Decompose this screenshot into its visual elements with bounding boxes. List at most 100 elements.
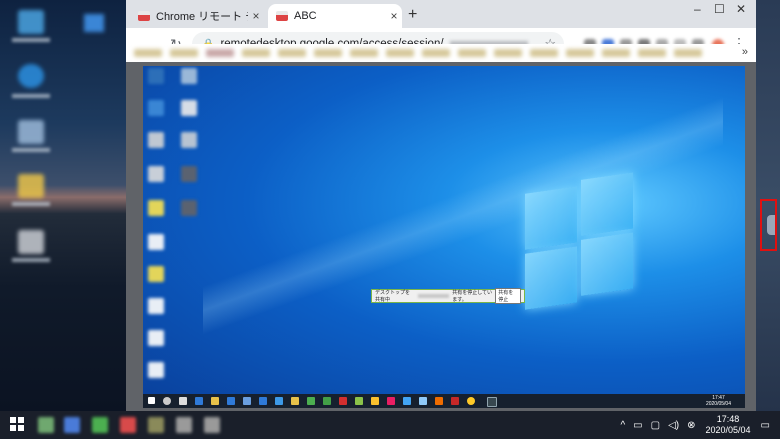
remote-desktop-icon[interactable] (148, 68, 164, 84)
taskbar-app-icon[interactable] (38, 417, 54, 433)
remote-desktop-icon[interactable] (181, 132, 197, 148)
tab-close-icon[interactable]: × (248, 9, 264, 23)
remote-desktop-icon[interactable] (148, 200, 164, 216)
desktop-icon[interactable] (84, 14, 104, 32)
taskbar-app-icon[interactable] (64, 417, 80, 433)
remote-app-icon[interactable] (259, 397, 267, 405)
tab-close-icon[interactable]: × (386, 9, 402, 23)
desktop-icon-label (12, 38, 50, 42)
taskbar-app-icon[interactable] (204, 417, 220, 433)
remote-desktop-icon[interactable] (148, 234, 164, 250)
remote-side-panel-handle[interactable] (760, 199, 777, 251)
desktop-icon[interactable] (18, 10, 44, 34)
tab-strip: Chrome リモート デスクトップ × ABC × + – ☐ ✕ (126, 0, 756, 28)
remote-app-icon[interactable] (371, 397, 379, 405)
remote-app-icon[interactable] (387, 397, 395, 405)
remote-edge-icon[interactable] (195, 397, 203, 405)
remote-desktop-icon[interactable] (148, 362, 164, 378)
remote-start-icon[interactable] (148, 397, 155, 404)
tab-abc[interactable]: ABC × (268, 4, 402, 28)
chrome-remote-desktop-icon (138, 11, 150, 21)
page-content: デスクトップを共有中 共有を停止しています。 共有を停止 17:47 2020/… (126, 62, 756, 411)
status-icon[interactable]: ⊗ (687, 420, 695, 431)
bookmark-item[interactable] (530, 49, 558, 57)
remote-desktop-icon[interactable] (148, 330, 164, 346)
bookmark-item[interactable] (170, 49, 198, 57)
bookmark-item[interactable] (458, 49, 486, 57)
remote-app-icon[interactable] (339, 397, 347, 405)
remote-desktop-icon[interactable] (148, 266, 164, 282)
remote-desktop-icon[interactable] (148, 100, 164, 116)
desktop-icon-label (12, 202, 50, 206)
chevron-left-icon (767, 215, 775, 235)
bookmark-item[interactable] (494, 49, 522, 57)
windows-logo (525, 172, 635, 310)
remote-app-icon[interactable] (291, 397, 299, 405)
taskbar-app-icon[interactable] (120, 417, 136, 433)
chrome-remote-desktop-icon (276, 11, 288, 21)
network-icon[interactable]: ▭ (633, 420, 642, 431)
remote-app-icon[interactable] (243, 397, 251, 405)
close-button[interactable]: ✕ (736, 2, 746, 16)
display-icon[interactable]: ▢ (651, 420, 660, 431)
infobar-text: デスクトップを共有中 (375, 290, 411, 303)
desktop-icon[interactable] (18, 120, 44, 144)
remote-desktop-icon[interactable] (148, 166, 164, 182)
remote-desktop-icon[interactable] (181, 68, 197, 84)
bookmark-item[interactable] (674, 49, 702, 57)
maximize-button[interactable]: ☐ (714, 2, 725, 16)
bookmark-item[interactable] (566, 49, 594, 57)
remote-desktop-icon[interactable] (148, 298, 164, 314)
bookmark-item[interactable] (206, 49, 234, 57)
remote-explorer-icon[interactable] (211, 397, 219, 405)
stop-sharing-button[interactable]: 共有を停止 (495, 288, 521, 304)
tab-title: Chrome リモート デスクトップ (156, 11, 248, 23)
bookmark-item[interactable] (134, 49, 162, 57)
taskbar-app-icon[interactable] (92, 417, 108, 433)
minimize-button[interactable]: – (694, 2, 701, 16)
desktop-icon[interactable] (18, 174, 44, 198)
taskbar-clock[interactable]: 17:48 2020/05/04 (706, 414, 751, 436)
bookmark-item[interactable] (314, 49, 342, 57)
bookmark-item[interactable] (242, 49, 270, 57)
remote-desktop-icon[interactable] (181, 100, 197, 116)
remote-app-icon[interactable] (435, 397, 443, 405)
desktop-icon[interactable] (18, 64, 44, 88)
new-tab-button[interactable]: + (408, 6, 417, 24)
tab-remote-desktop[interactable]: Chrome リモート デスクトップ × (130, 4, 264, 28)
windows-logo-pane (581, 232, 633, 296)
remote-app-icon[interactable] (307, 397, 315, 405)
remote-app-icon[interactable] (487, 397, 497, 407)
host-taskbar: ^ ▭ ▢ ◁) ⊗ 17:48 2020/05/04 ▭ (0, 411, 780, 439)
bookmark-item[interactable] (386, 49, 414, 57)
remote-app-icon[interactable] (275, 397, 283, 405)
bookmark-item[interactable] (602, 49, 630, 57)
bookmark-item[interactable] (278, 49, 306, 57)
remote-app-icon[interactable] (227, 397, 235, 405)
remote-desktop-icon[interactable] (181, 200, 197, 216)
windows-logo-pane (525, 186, 577, 250)
remote-taskview-icon[interactable] (179, 397, 187, 405)
desktop-icon[interactable] (18, 230, 44, 254)
bookmark-item[interactable] (350, 49, 378, 57)
remote-desktop-icon[interactable] (181, 166, 197, 182)
remote-app-icon[interactable] (355, 397, 363, 405)
remote-app-icon[interactable] (323, 397, 331, 405)
bookmark-item[interactable] (422, 49, 450, 57)
chevron-up-icon[interactable]: ^ (620, 420, 625, 431)
remote-desktop-icon[interactable] (148, 132, 164, 148)
remote-app-icon[interactable] (403, 397, 411, 405)
taskbar-app-icon[interactable] (176, 417, 192, 433)
remote-chrome-icon[interactable] (467, 397, 475, 405)
notification-icon[interactable]: ▭ (761, 420, 770, 431)
more-bookmarks-icon[interactable]: » (742, 46, 748, 58)
remote-desktop-view[interactable]: デスクトップを共有中 共有を停止しています。 共有を停止 17:47 2020/… (143, 66, 745, 408)
remote-app-icon[interactable] (451, 397, 459, 405)
bookmark-item[interactable] (638, 49, 666, 57)
speaker-icon[interactable]: ◁) (668, 420, 679, 431)
remote-app-icon[interactable] (419, 397, 427, 405)
taskbar-app-icon[interactable] (148, 417, 164, 433)
remote-search-icon[interactable] (163, 397, 171, 405)
windows-start-icon[interactable] (10, 417, 24, 431)
desktop-icon-label (12, 148, 50, 152)
